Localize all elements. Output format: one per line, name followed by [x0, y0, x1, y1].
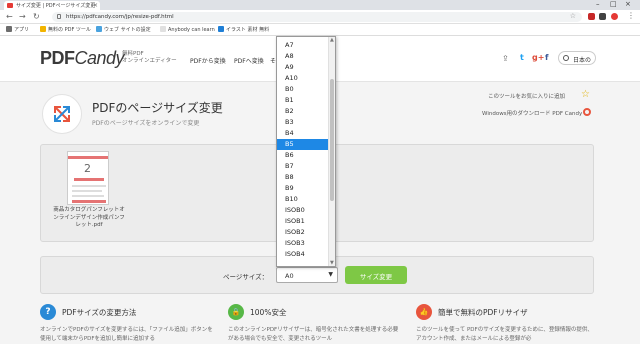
- feature-title: 100%安全: [250, 308, 287, 317]
- globe-icon: [563, 55, 569, 61]
- thumb-line: [72, 195, 104, 197]
- tab-close-icon[interactable]: ×: [93, 2, 98, 9]
- dropdown-option[interactable]: B10: [277, 194, 329, 205]
- apps-icon: [6, 26, 12, 32]
- forward-icon[interactable]: →: [19, 12, 26, 21]
- thumb-band: [74, 178, 104, 181]
- feature-title: 簡単で無料のPDFリサイザ: [438, 308, 528, 317]
- feature-title: PDFサイズの変更方法: [62, 308, 137, 317]
- page-subtitle: PDFのページサイズをオンラインで変更: [92, 120, 200, 127]
- feature-text: このオンラインPDFリサイザーは、暗号化された文書を処理する必要がある場合でも安…: [228, 327, 399, 342]
- address-bar[interactable]: https://pdfcandy.com/jp/resize-pdf.html …: [52, 12, 582, 22]
- dropdown-option[interactable]: B2: [277, 106, 329, 117]
- bookmark-item[interactable]: ウェブ サイトの設定: [96, 26, 151, 33]
- reload-icon[interactable]: ↻: [33, 12, 40, 21]
- tab-title: サイズ変更 | PDFページサイズ変更: [16, 3, 96, 9]
- page-size-dropdown-list[interactable]: A7 A8 A9 A10 B0 B1 B2 B3 B4 B5 B6 B7 B8 B9 B10 ISOB0 ISO…: [276, 36, 336, 267]
- feature-text: オンラインでPDFのサイズを変更するには、「ファイル追加」ボタンを使用して端末か…: [40, 327, 213, 342]
- dropdown-arrow-icon: ▼: [328, 271, 333, 278]
- pdfcandy-favicon-icon: [7, 3, 13, 8]
- resize-button[interactable]: サイズ変更: [345, 266, 407, 284]
- star-icon[interactable]: ☆: [581, 89, 590, 100]
- pdfcandy-desktop-icon[interactable]: [583, 108, 591, 116]
- desktop-download-link[interactable]: Windows用のダウンロード PDF Candy: [482, 109, 582, 117]
- thumb-line: [72, 190, 102, 192]
- page-size-label: ページサイズ：: [223, 273, 269, 281]
- dropdown-option[interactable]: ISOB4: [277, 249, 329, 260]
- dropdown-option[interactable]: A7: [277, 40, 329, 51]
- share-icon[interactable]: ⇪: [502, 54, 509, 63]
- twitter-icon[interactable]: t: [520, 53, 524, 62]
- dropdown-option[interactable]: B4: [277, 128, 329, 139]
- bookmark-favicon-icon: [40, 26, 46, 32]
- pdfcandy-logo[interactable]: PDFCandy: [40, 48, 125, 69]
- browser-tab[interactable]: サイズ変更 | PDFページサイズ変更 ×: [4, 1, 100, 10]
- dropdown-scrollbar[interactable]: ▲ ▼: [328, 37, 335, 266]
- lock-icon: 🔒: [228, 304, 244, 320]
- dropdown-option[interactable]: A8: [277, 51, 329, 62]
- file-thumbnail[interactable]: 2: [67, 151, 109, 205]
- browser-toolbar: ← → ↻ https://pdfcandy.com/jp/resize-pdf…: [0, 10, 640, 24]
- dropdown-option[interactable]: B0: [277, 84, 329, 95]
- extension-icon[interactable]: [599, 13, 606, 20]
- add-bookmark-link[interactable]: このツールをお気に入りに追加: [488, 92, 565, 100]
- minimize-icon[interactable]: –: [596, 0, 600, 8]
- scrollbar-thumb[interactable]: [330, 79, 334, 201]
- dropdown-option[interactable]: ISOB3: [277, 238, 329, 249]
- maximize-icon[interactable]: □: [610, 0, 617, 8]
- page-size-select[interactable]: A0 ▼: [276, 267, 338, 283]
- resize-arrows-icon: [54, 106, 70, 122]
- thumb-band: [68, 156, 108, 159]
- dropdown-option[interactable]: B5: [277, 139, 329, 150]
- thumb-band: [72, 200, 106, 203]
- facebook-icon[interactable]: f: [545, 53, 548, 62]
- dropdown-option[interactable]: A9: [277, 62, 329, 73]
- dropdown-option[interactable]: B8: [277, 172, 329, 183]
- thumbs-up-icon: 👍: [416, 304, 432, 320]
- dropdown-option[interactable]: B7: [277, 161, 329, 172]
- profile-avatar[interactable]: [611, 13, 618, 20]
- extension-icon[interactable]: [588, 13, 595, 20]
- feature-text: このツールを使って PDFのサイズを変更するために、登録情報の提供、アカウント作…: [416, 327, 593, 342]
- file-name: 商品カタログパンフレットオンラインデザイン作成パンフレット.pdf: [53, 207, 125, 228]
- dropdown-option[interactable]: B9: [277, 183, 329, 194]
- bookmark-favicon-icon: [160, 26, 166, 32]
- scroll-up-icon[interactable]: ▲: [330, 37, 334, 43]
- google-plus-icon[interactable]: g+: [532, 53, 544, 62]
- bookmark-item[interactable]: Anybody can learn: [160, 26, 215, 33]
- dropdown-option[interactable]: B3: [277, 117, 329, 128]
- language-selector[interactable]: 日本の: [558, 51, 596, 65]
- thumb-number: 2: [84, 162, 91, 175]
- dropdown-option[interactable]: A10: [277, 73, 329, 84]
- dropdown-option[interactable]: ISOB2: [277, 227, 329, 238]
- nav-to-pdf[interactable]: PDFへ変換: [234, 56, 264, 65]
- scroll-down-icon[interactable]: ▼: [330, 260, 334, 266]
- bookmark-item[interactable]: イラスト 素材 無料: [218, 26, 269, 33]
- resize-tool-icon: [42, 94, 82, 134]
- window-close-icon[interactable]: ×: [625, 0, 631, 8]
- dropdown-option[interactable]: B6: [277, 150, 329, 161]
- bookmark-item[interactable]: 無料の PDF ツール: [40, 26, 91, 33]
- logo-subtitle: 無料PDF オンラインエディター: [122, 51, 177, 64]
- bookmarks-bar: アプリ 無料の PDF ツール ウェブ サイトの設定 Anybody can l…: [0, 24, 640, 36]
- page-title: PDFのページサイズ変更: [92, 101, 223, 115]
- thumb-line: [72, 185, 106, 187]
- question-icon: ?: [40, 304, 56, 320]
- bookmark-favicon-icon: [218, 26, 224, 32]
- browser-tab-bar: サイズ変更 | PDFページサイズ変更 × – □ ×: [0, 0, 640, 10]
- dropdown-option[interactable]: ISOB0: [277, 205, 329, 216]
- bookmark-star-icon[interactable]: ☆: [570, 12, 576, 20]
- nav-from-pdf[interactable]: PDFから変換: [190, 56, 226, 65]
- menu-kebab-icon[interactable]: ⋮: [627, 11, 635, 20]
- dropdown-option[interactable]: B1: [277, 95, 329, 106]
- bookmark-item[interactable]: アプリ: [6, 26, 29, 33]
- bookmark-favicon-icon: [96, 26, 102, 32]
- lock-icon: [57, 14, 61, 19]
- dropdown-option[interactable]: ISOB1: [277, 216, 329, 227]
- url-text: https://pdfcandy.com/jp/resize-pdf.html: [66, 14, 174, 20]
- back-icon[interactable]: ←: [6, 12, 13, 21]
- dropdown-options: A7 A8 A9 A10 B0 B1 B2 B3 B4 B5 B6 B7 B8 B9 B10 ISOB0 ISO…: [277, 40, 329, 260]
